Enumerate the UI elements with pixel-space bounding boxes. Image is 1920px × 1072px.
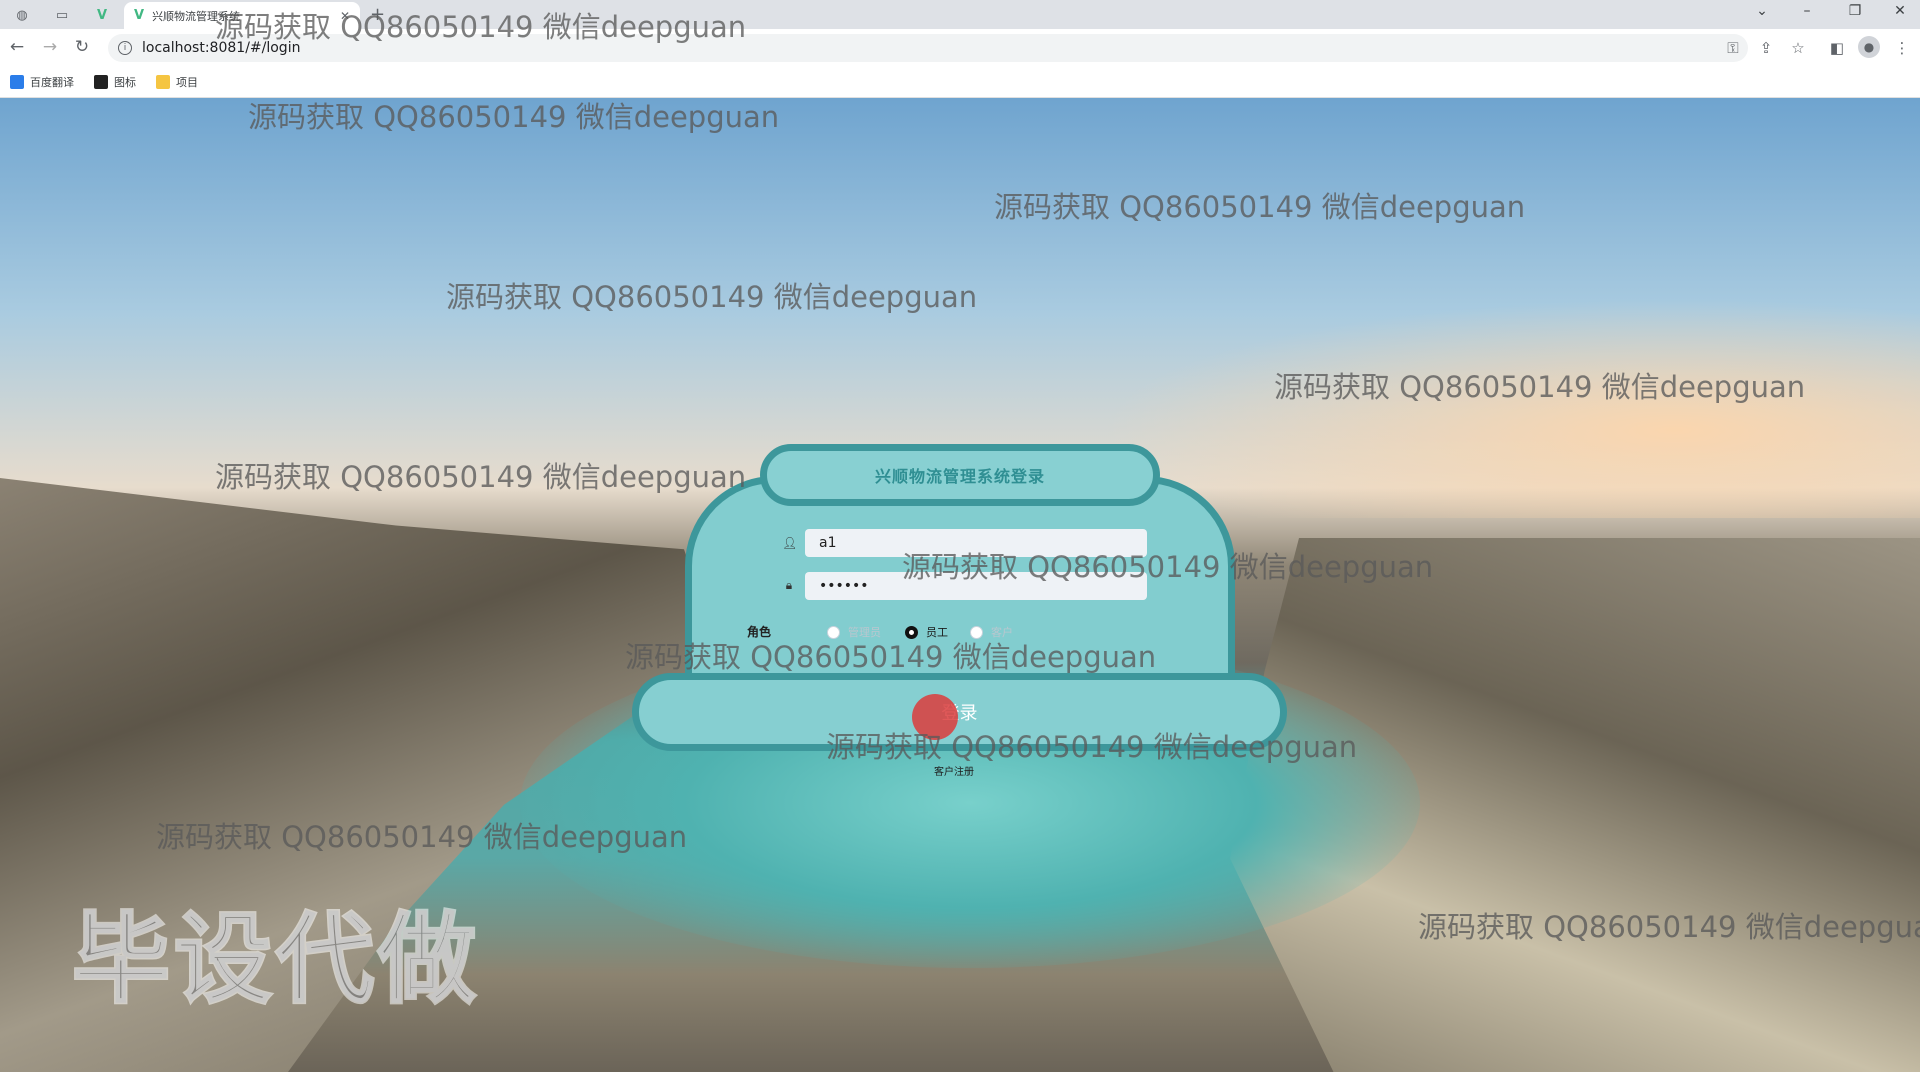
watermark-text: 源码获取 QQ86050149 微信deepguan: [902, 550, 1434, 584]
close-window-icon[interactable]: ✕: [1885, 3, 1915, 19]
watermark-text: 源码获取 QQ86050149 微信deepguan: [1274, 370, 1806, 404]
watermark-text: 源码获取 QQ86050149 微信deepguan: [994, 190, 1526, 224]
back-icon[interactable]: ←: [6, 37, 28, 57]
bookmark-label: 项目: [176, 76, 198, 89]
big-watermark: 毕设代做: [70, 902, 481, 1019]
watermark-text: 源码获取 QQ86050149 微信deepguan: [625, 640, 1157, 674]
profile-avatar-icon[interactable]: ●: [1858, 36, 1880, 58]
key-icon[interactable]: ⚿: [1723, 39, 1743, 57]
menu-icon[interactable]: ⋮: [1892, 39, 1912, 57]
minimize-icon[interactable]: –: [1792, 3, 1822, 19]
folder-icon: [156, 75, 170, 89]
star-icon[interactable]: ☆: [1788, 39, 1808, 57]
bookmark-label: 百度翻译: [30, 76, 74, 89]
sunset-glow: [1100, 298, 1920, 518]
watermark-text: 源码获取 QQ86050149 微信deepguan: [826, 730, 1358, 764]
sidepanel-icon[interactable]: ◧: [1827, 39, 1847, 57]
globe-icon[interactable]: ◍: [8, 4, 36, 26]
watermark-text: 源码获取 QQ86050149 微信deepguan: [1418, 910, 1920, 944]
login-header: 兴顺物流管理系统登录: [760, 444, 1160, 506]
bookmark-icons[interactable]: 图标: [94, 74, 136, 90]
tab-search-icon[interactable]: ⌄: [1747, 3, 1777, 19]
share-icon[interactable]: ⇪: [1756, 39, 1776, 57]
blank-tab-icon[interactable]: ▭: [48, 4, 76, 26]
bookmark-label: 图标: [114, 76, 136, 89]
image-icon: [94, 75, 108, 89]
forward-icon[interactable]: →: [39, 37, 61, 57]
watermark-text: 源码获取 QQ86050149 微信deepguan: [215, 10, 747, 44]
restore-icon[interactable]: ❐: [1840, 3, 1870, 19]
bookmark-baidu-translate[interactable]: 百度翻译: [10, 74, 74, 90]
login-title: 兴顺物流管理系统登录: [874, 467, 1045, 486]
vue-logo-icon: V: [134, 8, 145, 23]
reload-icon[interactable]: ↻: [71, 37, 93, 57]
vue-tab-icon[interactable]: V: [88, 4, 116, 26]
watermark-text: 源码获取 QQ86050149 微信deepguan: [248, 100, 780, 134]
user-icon: 👤︎: [782, 536, 798, 550]
translate-icon: [10, 75, 24, 89]
lock-icon: 🔒︎: [785, 578, 793, 592]
bookmark-project[interactable]: 项目: [156, 74, 198, 90]
watermark-text: 源码获取 QQ86050149 微信deepguan: [446, 280, 978, 314]
watermark-text: 源码获取 QQ86050149 微信deepguan: [156, 820, 688, 854]
watermark-text: 源码获取 QQ86050149 微信deepguan: [215, 460, 747, 494]
site-info-icon[interactable]: i: [118, 41, 132, 55]
